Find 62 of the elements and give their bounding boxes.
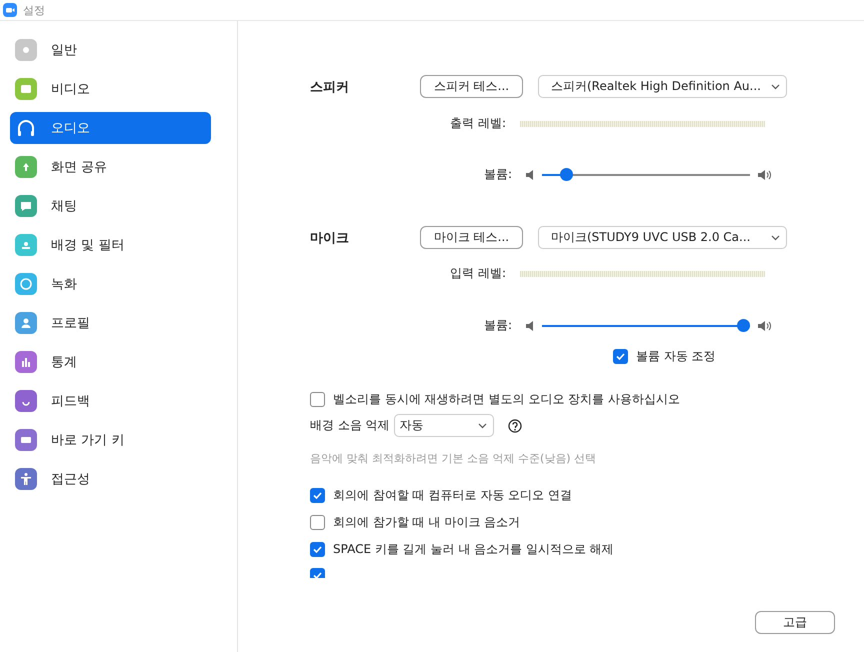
sidebar-item[interactable]: 배경 및 필터 — [10, 229, 211, 261]
hint-text: 음악에 맞춰 최적화하려면 기본 소음 억제 수준(낮음) 선택 — [310, 451, 596, 466]
checkbox[interactable] — [613, 349, 628, 364]
headphones-icon — [15, 117, 37, 139]
checkbox-label: 벨소리를 동시에 재생하려면 별도의 오디오 장치를 사용하십시오 — [333, 391, 680, 408]
checkbox-label: 볼륨 자동 조정 — [636, 348, 716, 365]
checkmark-icon — [312, 490, 323, 501]
sidebar-item[interactable]: 피드백 — [10, 385, 211, 417]
sidebar-item[interactable]: 바로 가기 키 — [10, 424, 211, 456]
app-logo-icon — [3, 3, 17, 17]
noise-dropdown[interactable]: 자동 — [394, 414, 494, 437]
checkbox[interactable] — [310, 515, 325, 530]
sidebar-item[interactable]: 프로필 — [10, 307, 211, 339]
chevron-down-icon — [478, 422, 487, 428]
share-icon — [15, 156, 37, 178]
sidebar-item[interactable]: 비디오 — [10, 73, 211, 105]
noise-suppression-label: 배경 소음 억제 — [310, 417, 390, 434]
profile-icon — [15, 312, 37, 334]
checkbox-label: SPACE 키를 길게 눌러 내 음소거를 일시적으로 해제 — [333, 541, 614, 558]
level-label: 출력 레벨: — [449, 115, 507, 132]
sidebar-item[interactable]: 접근성 — [10, 463, 211, 495]
device-dropdown[interactable]: 스피커(Realtek High Definition Au... — [538, 75, 787, 98]
keyboard-icon — [15, 429, 37, 451]
sidebar-item[interactable]: 녹화 — [10, 268, 211, 300]
chevron-down-icon — [771, 234, 780, 240]
checkbox[interactable] — [310, 392, 325, 407]
accessibility-icon — [15, 468, 37, 490]
help-icon — [508, 418, 522, 432]
chat-icon — [15, 195, 37, 217]
sidebar-item[interactable]: 오디오 — [10, 112, 211, 144]
sidebar-item[interactable]: 화면 공유 — [10, 151, 211, 183]
video-icon — [15, 78, 37, 100]
checkmark-icon — [615, 351, 626, 362]
checkmark-icon — [312, 544, 323, 555]
speaker-low-icon — [526, 170, 534, 180]
checkbox[interactable] — [310, 542, 325, 557]
sidebar-item[interactable]: 통계 — [10, 346, 211, 378]
gear-icon — [15, 39, 37, 61]
speaker-low-icon — [526, 320, 534, 330]
test-button[interactable]: 스피커 테스... — [420, 75, 523, 98]
record-icon — [15, 273, 37, 295]
window-title: 설정 — [23, 2, 45, 18]
sidebar-item[interactable]: 일반 — [10, 34, 211, 66]
device-dropdown[interactable]: 마이크(STUDY9 UVC USB 2.0 Ca... — [538, 226, 787, 249]
checkmark-icon — [312, 570, 323, 578]
chevron-down-icon — [771, 84, 780, 90]
background-icon — [15, 234, 37, 256]
speaker-loud-icon — [758, 320, 772, 330]
stats-icon — [15, 351, 37, 373]
checkbox-label: 회의에 참여할 때 컴퓨터로 자동 오디오 연결 — [333, 487, 572, 504]
checkbox-label: 회의에 참가할 때 내 마이크 음소거 — [333, 514, 520, 531]
speaker-loud-icon — [758, 170, 772, 180]
volume-label: 볼륨: — [482, 166, 513, 183]
section-title: 스피커 — [310, 78, 350, 96]
checkbox[interactable] — [310, 488, 325, 503]
section-title: 마이크 — [310, 230, 350, 246]
test-button[interactable]: 마이크 테스... — [420, 226, 523, 249]
advanced-button[interactable]: 고급 — [755, 611, 835, 634]
level-label: 입력 레벨: — [449, 265, 507, 282]
sidebar-item[interactable]: 채팅 — [10, 190, 211, 222]
volume-label: 볼륨: — [482, 317, 513, 334]
feedback-icon — [15, 390, 37, 412]
